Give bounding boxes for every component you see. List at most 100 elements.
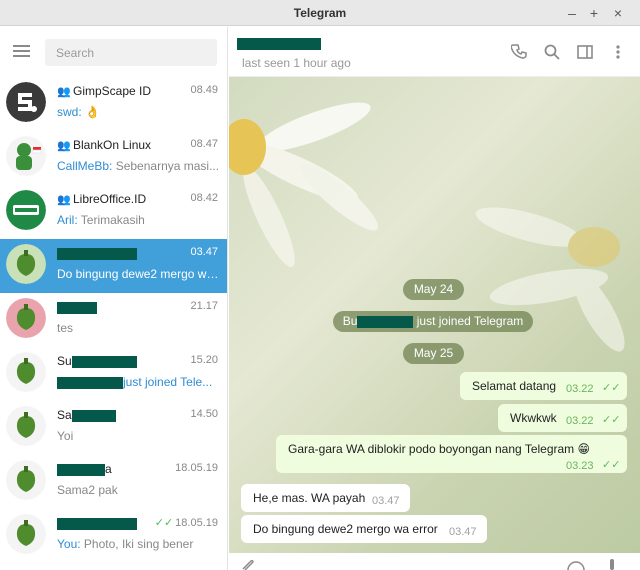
group-icon: 👥: [57, 140, 71, 152]
chat-time: 15.20: [190, 354, 218, 366]
chat-preview: Terimakasih: [77, 213, 145, 227]
redacted-name: [71, 409, 116, 422]
date-divider: May 24: [403, 279, 464, 300]
compose-bar[interactable]: [229, 553, 640, 570]
chat-time: 08.42: [190, 192, 218, 204]
window-titlebar: Telegram – + ×: [0, 0, 640, 26]
message-text: Do bingung dewe2 mergo wa error: [253, 522, 438, 536]
window-title: Telegram: [293, 6, 347, 20]
chat-time: 18.05.19: [175, 517, 218, 529]
redacted-chat-title: [237, 38, 321, 50]
message-text: Selamat datang: [472, 379, 557, 393]
chat-header: last seen 1 hour ago: [229, 27, 640, 77]
chat-preview: just joined Tele...: [123, 375, 213, 389]
chat-time: 14.50: [190, 408, 218, 420]
message-time: 03.22: [566, 415, 594, 427]
chat-preview: Sama2 pak: [57, 483, 118, 497]
chat-item[interactable]: 21.17 tes: [0, 293, 227, 347]
attach-icon[interactable]: [240, 559, 254, 570]
chat-preview: 👌: [81, 105, 100, 119]
minimize-button[interactable]: –: [563, 4, 581, 22]
redacted-name: [57, 463, 105, 476]
chat-item-blankon[interactable]: 👥 BlankOn Linux 08.47 CallMeBb: Sebenarny…: [0, 131, 227, 185]
read-ticks-icon: ✓✓: [602, 414, 621, 426]
maximize-button[interactable]: +: [585, 4, 603, 22]
group-icon: 👥: [57, 194, 71, 206]
sidebar-toggle-icon[interactable]: [576, 43, 594, 61]
avatar: [6, 82, 46, 122]
chat-item-libreoffice[interactable]: 👥 LibreOffice.ID 08.42 Aril: Terimakasih: [0, 185, 227, 239]
message-time: 03.23: [566, 460, 594, 472]
chat-name: BlankOn Linux: [73, 138, 152, 152]
avatar: [6, 136, 46, 176]
avatar: [6, 244, 46, 284]
chat-item[interactable]: Sa 14.50 Yoi: [0, 401, 227, 455]
chat-sender: You:: [57, 537, 81, 551]
chat-preview: Do bingung dewe2 mergo wa...: [57, 267, 220, 281]
chat-name: a: [105, 462, 112, 476]
avatar: [6, 406, 46, 446]
search-icon[interactable]: [543, 43, 561, 61]
last-seen-status: last seen 1 hour ago: [242, 56, 351, 70]
avatar: [6, 298, 46, 338]
chat-preview: Sebenarnya masi...: [112, 159, 220, 173]
message-text: Gara-gara WA diblokir podo boyongan nang…: [288, 442, 591, 456]
chat-list-sidebar: 👥GimpScape ID 08.49 swd: 👌 👥BlankOn Linu…: [0, 27, 228, 570]
emoji-icon[interactable]: [567, 561, 585, 570]
avatar: [6, 514, 46, 554]
microphone-icon[interactable]: [607, 559, 617, 570]
message-incoming[interactable]: Do bingung dewe2 mergo wa error 03.47: [241, 515, 487, 543]
chat-name: LibreOffice.ID: [73, 192, 147, 206]
chat-time: 21.17: [190, 300, 218, 312]
join-notice-name: Bu: [342, 314, 358, 328]
chat-item-active[interactable]: 03.47 Do bingung dewe2 mergo wa...: [0, 239, 227, 293]
chat-item[interactable]: ✓✓ 18.05.19 You: Photo, Iki sing bener: [0, 509, 227, 563]
chat-name: Sa: [57, 408, 72, 422]
avatar: [6, 352, 46, 392]
message-time: 03.47: [372, 495, 400, 507]
phone-icon[interactable]: [511, 43, 529, 61]
chat-time: 08.49: [190, 84, 218, 96]
join-notice-text: just joined Telegram: [413, 314, 524, 328]
message-time: 03.22: [566, 383, 594, 395]
chat-sender: swd:: [57, 105, 82, 119]
chat-time: 03.47: [190, 246, 218, 258]
group-icon: 👥: [57, 86, 71, 98]
chat-time: 08.47: [190, 138, 218, 150]
redacted-name: [57, 376, 123, 389]
chat-item-gimpscape[interactable]: 👥 GimpScape ID 08.49 swd: 👌: [0, 77, 227, 131]
message-outgoing[interactable]: Gara-gara WA diblokir podo boyongan nang…: [276, 435, 627, 473]
join-notice: Bu just joined Telegram: [333, 311, 533, 332]
chat-sender: Aril:: [57, 213, 78, 227]
close-button[interactable]: ×: [609, 4, 627, 22]
message-time: 03.47: [449, 526, 477, 538]
search-input[interactable]: [45, 39, 217, 66]
avatar: [6, 190, 46, 230]
chat-name: Su: [57, 354, 72, 368]
chat-item[interactable]: Su 15.20 just joined Tele...: [0, 347, 227, 401]
message-incoming[interactable]: He,e mas. WA payah 03.47: [241, 484, 410, 512]
redacted-name: [57, 517, 137, 530]
hamburger-icon[interactable]: [13, 45, 30, 58]
sidebar-header: [0, 27, 227, 77]
date-divider: May 25: [403, 343, 464, 364]
chat-preview: Yoi: [57, 429, 74, 443]
read-ticks-icon: ✓✓: [154, 517, 174, 529]
message-outgoing[interactable]: Selamat datang 03.22 ✓✓: [460, 372, 627, 400]
read-ticks-icon: ✓✓: [602, 459, 621, 471]
redacted-name: [357, 315, 414, 328]
redacted-name: [71, 355, 137, 368]
redacted-name: [57, 301, 97, 314]
redacted-name: [57, 247, 137, 260]
chat-name: GimpScape ID: [73, 84, 152, 98]
chat-preview: tes: [57, 321, 74, 335]
read-ticks-icon: ✓✓: [602, 382, 621, 394]
message-outgoing[interactable]: Wkwkwk 03.22 ✓✓: [498, 404, 627, 432]
more-vertical-icon[interactable]: [609, 43, 627, 61]
message-text: He,e mas. WA payah: [253, 491, 366, 505]
chat-sender: CallMeBb:: [57, 159, 113, 173]
chat-panel: last seen 1 hour ago May 24 Bu just join: [229, 27, 640, 570]
chat-preview: Photo, Iki sing bener: [80, 537, 194, 551]
chat-item[interactable]: a 18.05.19 Sama2 pak: [0, 455, 227, 509]
message-text: Wkwkwk: [510, 411, 557, 425]
